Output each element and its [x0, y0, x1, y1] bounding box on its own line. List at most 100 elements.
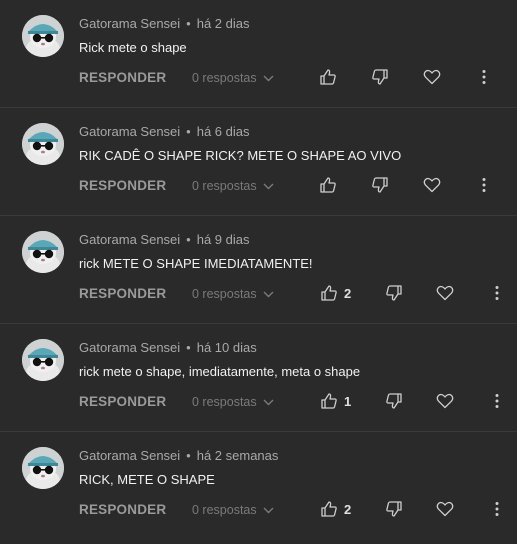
like-count: 1 — [344, 394, 352, 409]
thumbs-up-icon — [320, 69, 336, 85]
like-button[interactable] — [320, 284, 338, 307]
avatar[interactable] — [22, 15, 64, 57]
cat-avatar-icon — [22, 447, 64, 489]
more-vert-icon — [495, 286, 499, 300]
comment-meta: Gatorama Sensei • há 2 dias — [79, 16, 250, 31]
heart-button[interactable] — [423, 68, 441, 91]
comment-actions: RESPONDER 0 respostas — [0, 170, 517, 202]
like-button[interactable] — [319, 68, 337, 91]
like-button[interactable] — [320, 392, 338, 415]
thumbs-down-icon — [372, 69, 388, 85]
more-options-button[interactable] — [494, 500, 500, 523]
heart-icon — [423, 69, 441, 85]
comment-text: Rick mete o shape — [79, 40, 187, 55]
comment: Gatorama Sensei • há 6 dias RIK CADÊ O SHA… — [0, 108, 517, 216]
cat-avatar-icon — [22, 339, 64, 381]
dislike-button[interactable] — [385, 500, 403, 523]
heart-icon — [436, 393, 454, 409]
avatar[interactable] — [22, 123, 64, 165]
thumbs-down-icon — [372, 177, 388, 193]
comment-text: RIK CADÊ O SHAPE RICK? METE O SHAPE AO V… — [79, 148, 402, 163]
comment-actions: RESPONDER 0 respostas 2 — [0, 494, 517, 526]
comment-meta: Gatorama Sensei • há 10 dias — [79, 340, 257, 355]
author-name[interactable]: Gatorama Sensei — [79, 16, 180, 31]
dislike-button[interactable] — [385, 392, 403, 415]
replies-count: 0 respostas — [192, 287, 257, 301]
more-options-button[interactable] — [494, 284, 500, 307]
more-vert-icon — [482, 70, 486, 84]
heart-icon — [423, 177, 441, 193]
chevron-down-icon — [263, 183, 274, 190]
comment-text: rick METE O SHAPE IMEDIATAMENTE! — [79, 256, 313, 271]
timestamp[interactable]: há 6 dias — [197, 124, 250, 139]
comment: Gatorama Sensei • há 2 dias Rick mete o sh… — [0, 0, 517, 108]
avatar[interactable] — [22, 231, 64, 273]
replies-toggle[interactable]: 0 respostas — [192, 179, 274, 193]
reply-button[interactable]: RESPONDER — [79, 502, 166, 517]
like-count: 2 — [344, 502, 352, 517]
thumbs-down-icon — [386, 501, 402, 517]
more-options-button[interactable] — [494, 392, 500, 415]
author-name[interactable]: Gatorama Sensei — [79, 232, 180, 247]
heart-button[interactable] — [423, 176, 441, 199]
heart-button[interactable] — [436, 392, 454, 415]
separator-dot: • — [186, 16, 191, 31]
replies-toggle[interactable]: 0 respostas — [192, 71, 274, 85]
reply-button[interactable]: RESPONDER — [79, 394, 166, 409]
author-name[interactable]: Gatorama Sensei — [79, 340, 180, 355]
comment-meta: Gatorama Sensei • há 2 semanas — [79, 448, 278, 463]
comment-actions: RESPONDER 0 respostas 1 — [0, 386, 517, 418]
chevron-down-icon — [263, 291, 274, 298]
replies-count: 0 respostas — [192, 179, 257, 193]
chevron-down-icon — [263, 399, 274, 406]
thumbs-up-icon — [321, 501, 337, 517]
more-vert-icon — [482, 178, 486, 192]
comment: Gatorama Sensei • há 10 dias rick mete o s… — [0, 324, 517, 432]
chevron-down-icon — [263, 507, 274, 514]
like-button[interactable] — [319, 176, 337, 199]
cat-avatar-icon — [22, 123, 64, 165]
cat-avatar-icon — [22, 15, 64, 57]
reply-button[interactable]: RESPONDER — [79, 286, 166, 301]
avatar[interactable] — [22, 339, 64, 381]
thumbs-up-icon — [320, 177, 336, 193]
comment: Gatorama Sensei • há 9 dias rick METE O SH… — [0, 216, 517, 324]
timestamp[interactable]: há 2 dias — [197, 16, 250, 31]
comment-text: rick mete o shape, imediatamente, meta o… — [79, 364, 361, 379]
comment-meta: Gatorama Sensei • há 6 dias — [79, 124, 250, 139]
like-count: 2 — [344, 286, 352, 301]
more-vert-icon — [495, 394, 499, 408]
cat-avatar-icon — [22, 231, 64, 273]
timestamp[interactable]: há 2 semanas — [197, 448, 279, 463]
dislike-button[interactable] — [371, 176, 389, 199]
timestamp[interactable]: há 9 dias — [197, 232, 250, 247]
heart-button[interactable] — [436, 500, 454, 523]
reply-button[interactable]: RESPONDER — [79, 70, 166, 85]
more-options-button[interactable] — [481, 68, 487, 91]
comment-list: Gatorama Sensei • há 2 dias Rick mete o sh… — [0, 0, 517, 544]
separator-dot: • — [186, 340, 191, 355]
dislike-button[interactable] — [371, 68, 389, 91]
chevron-down-icon — [263, 75, 274, 82]
replies-count: 0 respostas — [192, 395, 257, 409]
replies-toggle[interactable]: 0 respostas — [192, 503, 274, 517]
thumbs-up-icon — [321, 285, 337, 301]
reply-button[interactable]: RESPONDER — [79, 178, 166, 193]
comment: Gatorama Sensei • há 2 semanas RICK, METE … — [0, 432, 517, 544]
replies-toggle[interactable]: 0 respostas — [192, 395, 274, 409]
author-name[interactable]: Gatorama Sensei — [79, 124, 180, 139]
more-vert-icon — [495, 502, 499, 516]
timestamp[interactable]: há 10 dias — [197, 340, 257, 355]
more-options-button[interactable] — [481, 176, 487, 199]
like-button[interactable] — [320, 500, 338, 523]
heart-icon — [436, 285, 454, 301]
dislike-button[interactable] — [385, 284, 403, 307]
comment-meta: Gatorama Sensei • há 9 dias — [79, 232, 250, 247]
avatar[interactable] — [22, 447, 64, 489]
replies-count: 0 respostas — [192, 503, 257, 517]
heart-icon — [436, 501, 454, 517]
comment-text: RICK, METE O SHAPE — [79, 472, 215, 487]
replies-toggle[interactable]: 0 respostas — [192, 287, 274, 301]
author-name[interactable]: Gatorama Sensei — [79, 448, 180, 463]
heart-button[interactable] — [436, 284, 454, 307]
